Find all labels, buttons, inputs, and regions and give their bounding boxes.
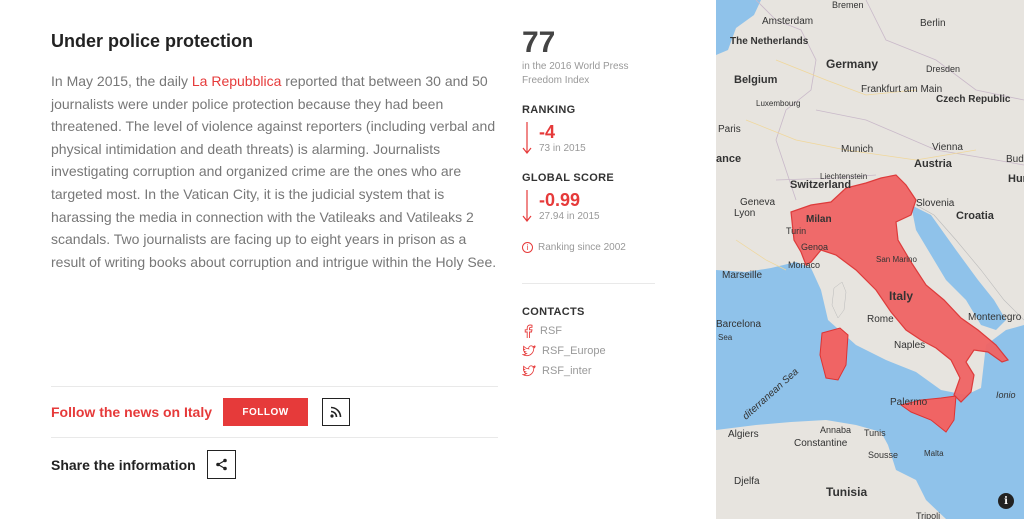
map-label: Constantine xyxy=(794,438,848,449)
rank-caption: in the 2016 World Press Freedom Index xyxy=(522,61,629,86)
share-row: Share the information xyxy=(51,450,236,479)
map-label: The Netherlands xyxy=(730,36,809,47)
map-label: Bud xyxy=(1006,154,1024,165)
map-label: Switzerland xyxy=(790,179,851,191)
map-label: Germany xyxy=(826,57,878,71)
arrow-down-icon xyxy=(522,122,532,154)
contact-facebook[interactable]: RSF xyxy=(522,324,657,338)
map-label: San Marino xyxy=(876,255,917,264)
map-label: Hur xyxy=(1008,173,1024,185)
map-label: Marseille xyxy=(722,270,762,281)
map-label: Barcelona xyxy=(716,319,761,330)
divider xyxy=(51,437,498,438)
ranking-previous: 73 in 2015 xyxy=(539,143,586,154)
map-label: Tripoli xyxy=(916,511,940,519)
twitter-icon xyxy=(522,345,536,357)
map-label: Vienna xyxy=(932,142,963,153)
map-label: Slovenia xyxy=(916,198,955,209)
map-label: Tunisia xyxy=(826,485,867,499)
map-label: Sousse xyxy=(868,450,898,460)
ranking-title: RANKING xyxy=(522,104,576,116)
divider xyxy=(51,386,498,387)
contact-twitter-inter[interactable]: RSF_inter xyxy=(522,364,657,378)
divider xyxy=(522,283,655,284)
la-repubblica-link[interactable]: La Repubblica xyxy=(192,73,282,89)
share-icon xyxy=(215,458,227,471)
map-label: Turin xyxy=(786,226,806,236)
map-label: Dresden xyxy=(926,64,960,74)
map-label: Austria xyxy=(914,158,953,170)
map-label: Czech Republic xyxy=(936,94,1011,105)
ranking-stat: -4 73 in 2015 xyxy=(522,122,657,156)
map-label: Amsterdam xyxy=(762,16,813,27)
map-label: Lyon xyxy=(734,208,755,219)
ranking-since-label: Ranking since 2002 xyxy=(538,242,626,253)
map-label: Algiers xyxy=(728,429,759,440)
facebook-icon xyxy=(524,324,533,338)
article-title: Under police protection xyxy=(51,31,254,51)
map-label: Djelfa xyxy=(734,476,760,487)
article-text-start: In May 2015, the daily xyxy=(51,73,192,89)
follow-label: Follow the news on Italy xyxy=(51,404,213,420)
article-body: In May 2015, the daily La Repubblica rep… xyxy=(51,70,501,273)
map-label: Frankfurt am Main xyxy=(861,84,942,95)
ranking-since-link[interactable]: i Ranking since 2002 xyxy=(522,242,657,253)
score-previous: 27.94 in 2015 xyxy=(539,211,600,222)
map-label: Rome xyxy=(867,314,894,325)
map-label: Palermo xyxy=(890,397,928,408)
map-label: Bremen xyxy=(832,0,864,10)
map-label: Sea xyxy=(718,333,733,342)
map-label: Berlin xyxy=(920,18,946,29)
map-label: Monaco xyxy=(788,260,820,270)
map-label: Geneva xyxy=(740,197,775,208)
map-label: Italy xyxy=(889,289,913,303)
map-label: Montenegro xyxy=(968,312,1022,323)
contact-label: RSF xyxy=(540,325,562,337)
map-label: Tunis xyxy=(864,428,886,438)
map-label: ance xyxy=(716,153,741,165)
share-label: Share the information xyxy=(51,456,196,473)
contact-twitter-europe[interactable]: RSF_Europe xyxy=(522,344,657,358)
map-label: Genoa xyxy=(801,242,828,252)
ranking-change: -4 xyxy=(539,122,556,142)
press-freedom-rank: 77 xyxy=(522,26,556,59)
twitter-icon xyxy=(522,365,536,377)
map-label: Belgium xyxy=(734,74,778,86)
article: Under police protection In May 2015, the… xyxy=(51,30,501,273)
map-label: Naples xyxy=(894,340,925,351)
map-label: Croatia xyxy=(956,210,995,222)
follow-button[interactable]: FOLLOW xyxy=(223,398,309,426)
score-title: GLOBAL SCORE xyxy=(522,172,615,184)
follow-row: Follow the news on Italy FOLLOW xyxy=(51,398,351,426)
map-label: Milan xyxy=(806,214,832,225)
stats-panel: 77 in the 2016 World Press Freedom Index… xyxy=(522,26,657,378)
contact-label: RSF_inter xyxy=(542,365,592,377)
map-label: Munich xyxy=(841,144,873,155)
share-button[interactable] xyxy=(206,450,236,479)
map-label: Annaba xyxy=(820,425,851,435)
score-stat: -0.99 27.94 in 2015 xyxy=(522,190,657,224)
contact-label: RSF_Europe xyxy=(542,345,606,357)
country-map[interactable]: Bremen Amsterdam Berlin The Netherlands … xyxy=(716,0,1024,519)
map-label: Luxembourg xyxy=(756,99,800,108)
rss-icon xyxy=(330,406,342,418)
map-canvas: Bremen Amsterdam Berlin The Netherlands … xyxy=(716,0,1024,519)
arrow-down-icon xyxy=(522,190,532,222)
score-change: -0.99 xyxy=(539,190,581,210)
article-text-end: reported that between 30 and 50 journali… xyxy=(51,73,497,270)
map-label: Ionio xyxy=(996,390,1016,400)
map-label: Malta xyxy=(924,449,944,458)
map-label: Paris xyxy=(718,124,741,135)
map-info-button[interactable]: i xyxy=(998,493,1014,509)
info-circle-icon: i xyxy=(522,242,533,253)
contacts-title: CONTACTS xyxy=(522,306,585,318)
rss-button[interactable] xyxy=(322,398,351,426)
